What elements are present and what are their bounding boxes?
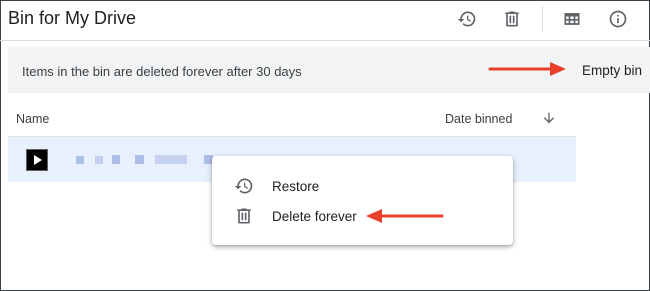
redacted-filename [135,155,144,164]
menu-item-restore[interactable]: Restore [212,171,513,201]
bin-notice-text: Items in the bin are deleted forever aft… [22,64,302,79]
column-header-date-binned[interactable]: Date binned [445,112,512,126]
empty-bin-button[interactable]: Empty bin [582,63,642,78]
info-icon[interactable] [605,6,631,32]
context-menu: Restore Delete forever [212,156,513,245]
trash-icon [237,208,251,224]
restore-icon [234,178,253,194]
annotation-arrow-empty-bin [488,62,566,76]
redacted-filename [155,155,187,164]
redacted-filename [112,155,120,164]
annotation-arrow-delete-forever [366,209,444,223]
menu-item-label: Restore [272,179,320,194]
arrow-down-icon[interactable] [541,110,557,126]
redacted-filename [76,156,84,164]
page-title: Bin for My Drive [8,8,137,28]
redacted-filename [95,156,103,164]
history-icon[interactable] [454,6,480,32]
grid-view-icon[interactable] [559,6,585,32]
video-file-icon [26,149,48,171]
page-header: Bin for My Drive [0,0,650,41]
header-divider [542,6,543,32]
trash-icon[interactable] [499,6,525,32]
column-header-name[interactable]: Name [16,112,49,126]
menu-item-delete-forever[interactable]: Delete forever [212,201,513,231]
menu-item-label: Delete forever [272,209,357,224]
